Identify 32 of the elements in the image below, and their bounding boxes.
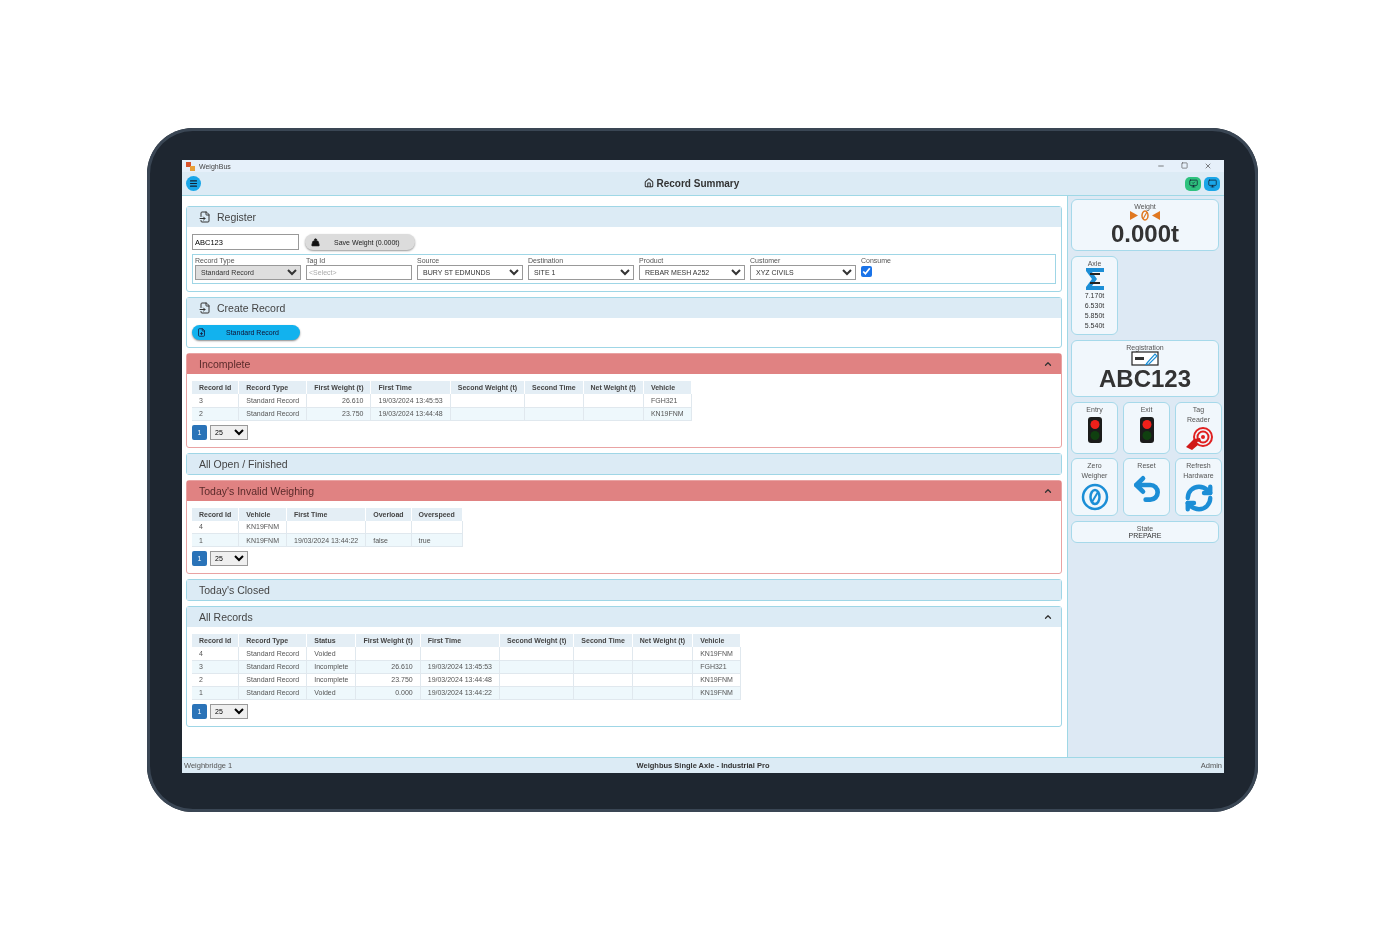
display-button[interactable] [1204,176,1220,191]
refresh-icon [1183,482,1214,513]
close-icon[interactable] [1204,162,1212,170]
section-title: Register [217,211,258,223]
home-icon [643,178,654,188]
weight-icon [311,237,320,247]
chevron-up-icon[interactable] [1043,359,1053,369]
monitor-check-icon [1188,179,1198,188]
registration-value: ABC123 [1098,366,1191,393]
chevron-up-icon[interactable] [1043,612,1053,622]
monitor-icon [1207,179,1217,188]
zero-indicator-icon [1130,210,1160,221]
zero-circle-icon [1080,482,1109,511]
table-cell [524,394,584,407]
maximize-icon[interactable] [1181,162,1188,169]
app-logo-icon [186,161,195,171]
axle-sum-icon [1084,267,1105,292]
table-cell [573,647,633,660]
document-icon [199,302,211,314]
weight-value: 0.000t [1110,221,1180,248]
table-cell [583,394,644,407]
menu-icon [189,179,198,188]
table-cell [355,647,421,660]
file-plus-icon [197,328,206,337]
section-title: Create Record [217,302,287,314]
table-cell [632,647,693,660]
page-title: Record Summary [655,178,740,189]
document-icon [199,211,211,223]
consume-checkbox[interactable] [861,266,872,277]
plate-pencil-icon [1131,351,1159,367]
menu-button[interactable] [186,176,201,191]
monitor-button[interactable] [1185,176,1201,191]
